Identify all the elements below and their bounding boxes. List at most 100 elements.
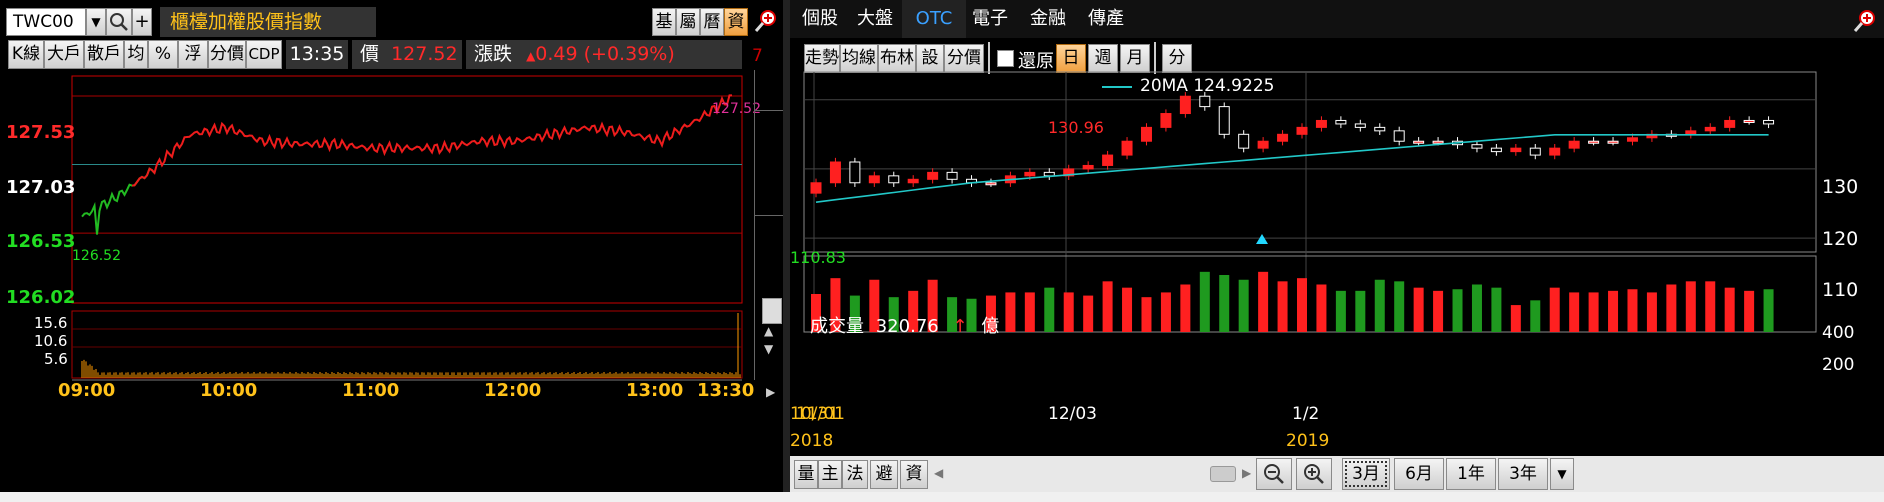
candle-body (1315, 119, 1327, 128)
price-frame (71, 75, 743, 304)
search-icon (110, 13, 128, 31)
bottom-volume-button[interactable]: 量 (794, 460, 818, 489)
tab-electronics[interactable]: 電子 (960, 0, 1020, 38)
volume-bar (1219, 275, 1230, 332)
toolbar-cdp[interactable]: CDP (246, 40, 282, 69)
y-tick-2: 127.03 (6, 177, 76, 198)
partial-value: 7 (752, 46, 763, 66)
volume-bar (1199, 271, 1210, 332)
volume-bar (1355, 290, 1366, 332)
tab-stock[interactable]: 個股 (790, 0, 850, 38)
toolbar-major-holder[interactable]: 大戶 (44, 40, 84, 69)
range-6m-button[interactable]: 6月 (1394, 458, 1444, 490)
range-1y-button[interactable]: 1年 (1446, 458, 1496, 490)
volume-bar (1549, 287, 1560, 332)
tab-market[interactable]: 大盤 (845, 0, 905, 38)
toolbar-percent[interactable]: % (148, 40, 178, 69)
candle-body (1549, 147, 1561, 156)
tab-finance[interactable]: 金融 (1018, 0, 1078, 38)
zoom-out-icon (1264, 464, 1284, 484)
volume-bar (1083, 295, 1094, 332)
daily-chart (803, 71, 1817, 333)
candle-body (1374, 126, 1386, 132)
change-display: 漲跌 ▲0.49 (+0.39%) (466, 40, 742, 69)
bottom-institutional-button[interactable]: 法 (842, 460, 868, 489)
bottom-hedge-button[interactable]: 避 (870, 460, 898, 489)
candle-body (1199, 95, 1211, 108)
candle-body (1704, 126, 1716, 132)
candle-body (1082, 164, 1094, 170)
restore-checkbox[interactable] (997, 50, 1014, 67)
high-tag: 130.96 (1048, 118, 1104, 137)
candle-body (1296, 126, 1308, 135)
x-tick-0102: 1/2 (1292, 404, 1320, 424)
zoom-in-icon (1304, 464, 1324, 484)
change-label: 漲跌 (474, 43, 513, 65)
volume-bar (1316, 284, 1327, 332)
scroll-up-icon[interactable]: ▲ (764, 324, 773, 338)
scroll-thumb[interactable] (1210, 466, 1236, 482)
candle-body (1743, 119, 1755, 123)
candle-body (1568, 140, 1580, 149)
scroll-left-icon[interactable]: ◀ (934, 466, 943, 480)
x-tick-1100: 11:00 (342, 380, 400, 401)
add-button[interactable]: + (132, 8, 152, 36)
expand-right-icon[interactable]: ▶ (766, 385, 775, 399)
scroll-down-icon[interactable]: ▼ (764, 342, 773, 356)
info-tab-attribute[interactable]: 屬 (676, 8, 700, 36)
symbol-input[interactable]: TWC00 (6, 8, 86, 36)
candle-body (1626, 137, 1638, 142)
volume-bar (1452, 289, 1463, 332)
price-display: 價 127.52 (352, 40, 462, 69)
candle-body (1393, 130, 1405, 142)
tab-otc[interactable]: OTC (902, 0, 966, 38)
vol-tick-1: 15.6 (34, 314, 68, 332)
candle-body (1238, 133, 1250, 149)
volume-bar (1433, 290, 1444, 332)
y-tick-130: 130 (1822, 176, 1859, 198)
volume-bar (1646, 292, 1657, 332)
zoom-out-button[interactable] (1256, 458, 1292, 490)
range-3m-button[interactable]: 3月 (1342, 458, 1390, 490)
candle-body (1588, 140, 1600, 144)
vol-tick-200: 200 (1822, 355, 1855, 375)
ma-legend-line (1102, 86, 1132, 88)
volume-value: 320.76 (875, 316, 939, 337)
info-tab-calendar[interactable]: 曆 (700, 8, 724, 36)
bottom-main-force-button[interactable]: 主 (818, 460, 842, 489)
candle-body (1724, 119, 1736, 128)
volume-bar (1569, 292, 1580, 332)
volume-bar (1258, 271, 1269, 332)
tab-traditional[interactable]: 傳產 (1076, 0, 1136, 38)
range-3y-button[interactable]: 3年 (1498, 458, 1548, 490)
candle-body (1179, 95, 1191, 115)
toolbar-float[interactable]: 浮 (178, 40, 208, 69)
symbol-dropdown-button[interactable]: ▼ (86, 8, 106, 36)
volume-bar (1491, 287, 1502, 332)
bottom-data-button[interactable]: 資 (900, 460, 928, 489)
candle-body (1685, 130, 1697, 135)
range-more-button[interactable]: ▼ (1550, 458, 1574, 490)
volume-bar (1471, 284, 1482, 332)
search-button[interactable] (106, 8, 132, 36)
candle-body (946, 171, 958, 180)
volume-bar (1413, 287, 1424, 332)
zoom-in-button[interactable] (1296, 458, 1332, 490)
toolbar-average[interactable]: 均 (124, 40, 148, 69)
screen: { "left": { "symbol_input": "TWC00", "in… (0, 0, 1884, 502)
price-line-above-open (131, 94, 732, 187)
side-scroll-thumb[interactable] (762, 298, 782, 324)
scroll-right-icon[interactable]: ▶ (1242, 466, 1251, 480)
zoom-icon[interactable] (1852, 8, 1878, 34)
info-tab-data[interactable]: 資 (724, 8, 748, 36)
low-tag: 110.83 (790, 248, 846, 267)
zoom-icon[interactable] (753, 8, 779, 34)
toolbar-kline[interactable]: K線 (8, 40, 44, 69)
x-tick-1300: 13:00 (626, 380, 684, 401)
info-tab-basic[interactable]: 基 (652, 8, 676, 36)
volume-bar (1044, 287, 1055, 332)
volume-bar (1724, 287, 1735, 332)
toolbar-price-distribution[interactable]: 分價 (208, 40, 246, 69)
panel-divider[interactable] (783, 0, 790, 502)
toolbar-retail[interactable]: 散戶 (84, 40, 124, 69)
